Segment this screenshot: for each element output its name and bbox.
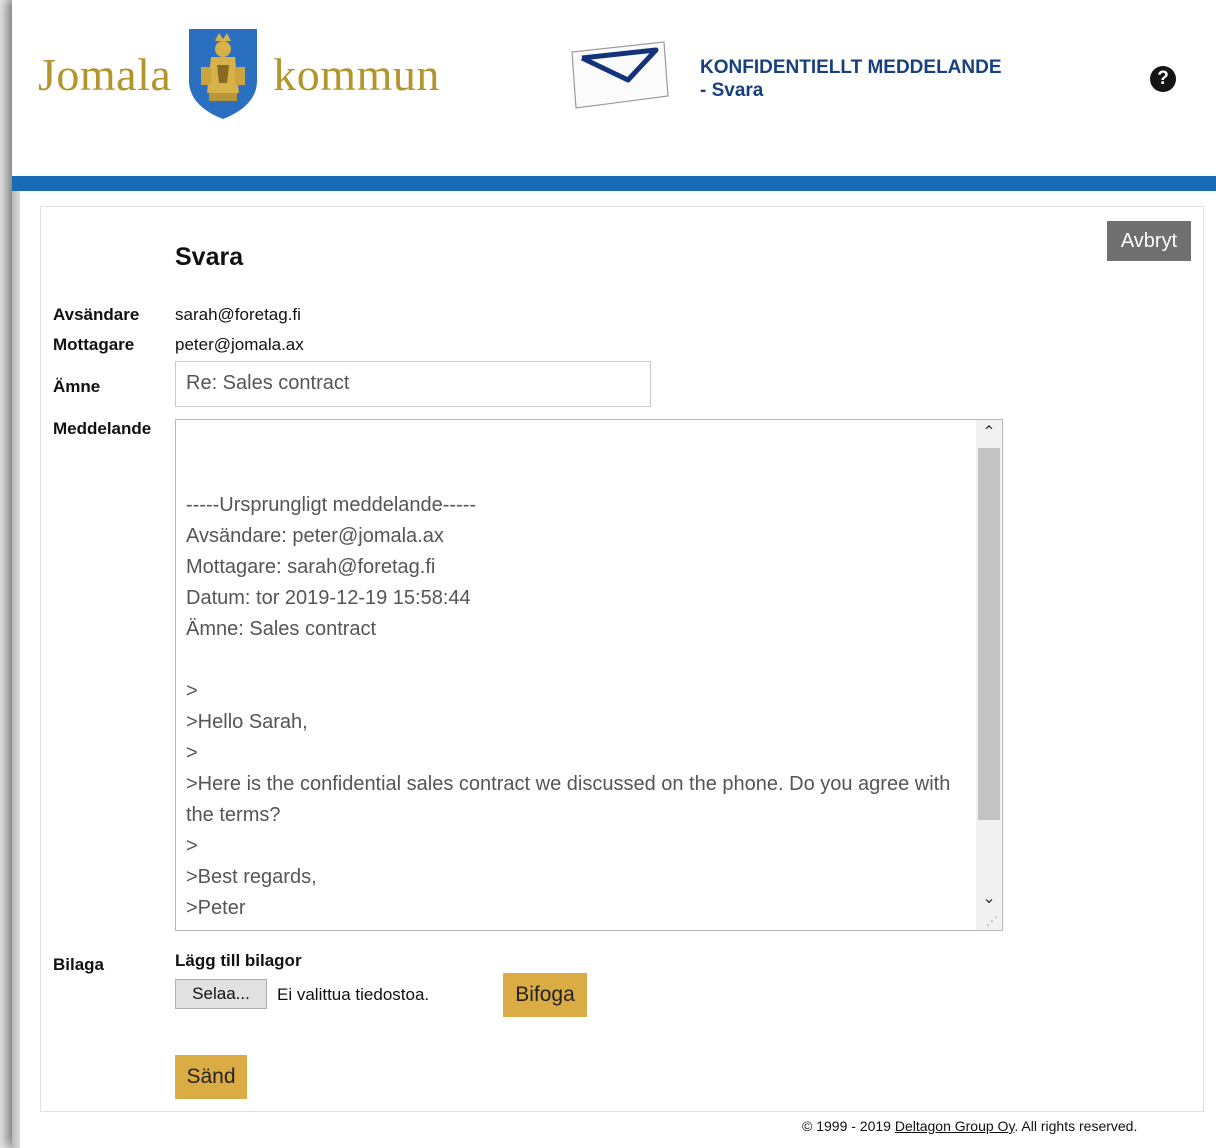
page-header: Jomala kommun KONFIDENTIELLT MEDDELANDE … [12,0,1216,176]
subject-input[interactable]: Re: Sales contract [175,361,651,407]
help-icon[interactable]: ? [1150,66,1176,92]
sender-label: Avsändare [53,305,140,324]
message-textarea[interactable]: -----Ursprungligt meddelande----- Avsänd… [175,419,1003,931]
footer-suffix: . All rights reserved. [1014,1118,1138,1134]
envelope-icon [571,41,669,109]
footer-copyright: © 1999 - 2019 Deltagon Group Oy. All rig… [802,1118,1137,1134]
confidential-title: KONFIDENTIELLT MEDDELANDE - Svara [700,56,1002,102]
page-title: Svara [175,243,244,271]
scrollbar-thumb[interactable] [978,448,1000,820]
attach-button[interactable]: Bifoga [503,973,587,1017]
municipality-logo: Jomala kommun [38,26,440,122]
footer-prefix: © 1999 - 2019 [802,1118,895,1134]
logo-text-left: Jomala [38,48,172,100]
recipient-value: peter@jomala.ax [175,335,304,354]
company-link[interactable]: Deltagon Group Oy [895,1118,1015,1134]
add-attachments-heading: Lägg till bilagor [175,951,302,970]
resize-grip-icon[interactable]: ⋰ [986,915,998,927]
attachment-label: Bilaga [53,955,105,974]
sender-value: sarah@foretag.fi [175,305,301,324]
cancel-button[interactable]: Avbryt [1107,221,1191,261]
browse-file-button[interactable]: Selaa... [175,979,267,1009]
browser-frame: Jomala kommun KONFIDENTIELLT MEDDELANDE … [12,0,1216,1148]
recipient-label: Mottagare [53,335,135,354]
confidential-title-line2: - Svara [700,80,764,101]
coat-of-arms-icon [189,29,258,119]
no-file-selected-text: Ei valittua tiedostoa. [277,985,430,1004]
message-text[interactable]: -----Ursprungligt meddelande----- Avsänd… [186,490,966,924]
confidential-title-line1: KONFIDENTIELLT MEDDELANDE [700,57,1002,78]
scroll-down-icon[interactable]: ⌄ [976,886,1002,912]
scroll-up-icon[interactable]: ⌃ [976,420,1002,446]
message-label: Meddelande [53,419,152,438]
header-divider [12,176,1216,191]
reply-form: Avbryt Svara Avsändare sarah@foretag.fi … [40,206,1204,1112]
send-button[interactable]: Sänd [175,1055,247,1099]
logo-text-right: kommun [273,48,440,100]
subject-label: Ämne [53,377,101,396]
message-scrollbar[interactable]: ⌃ ⌄ [976,420,1002,930]
